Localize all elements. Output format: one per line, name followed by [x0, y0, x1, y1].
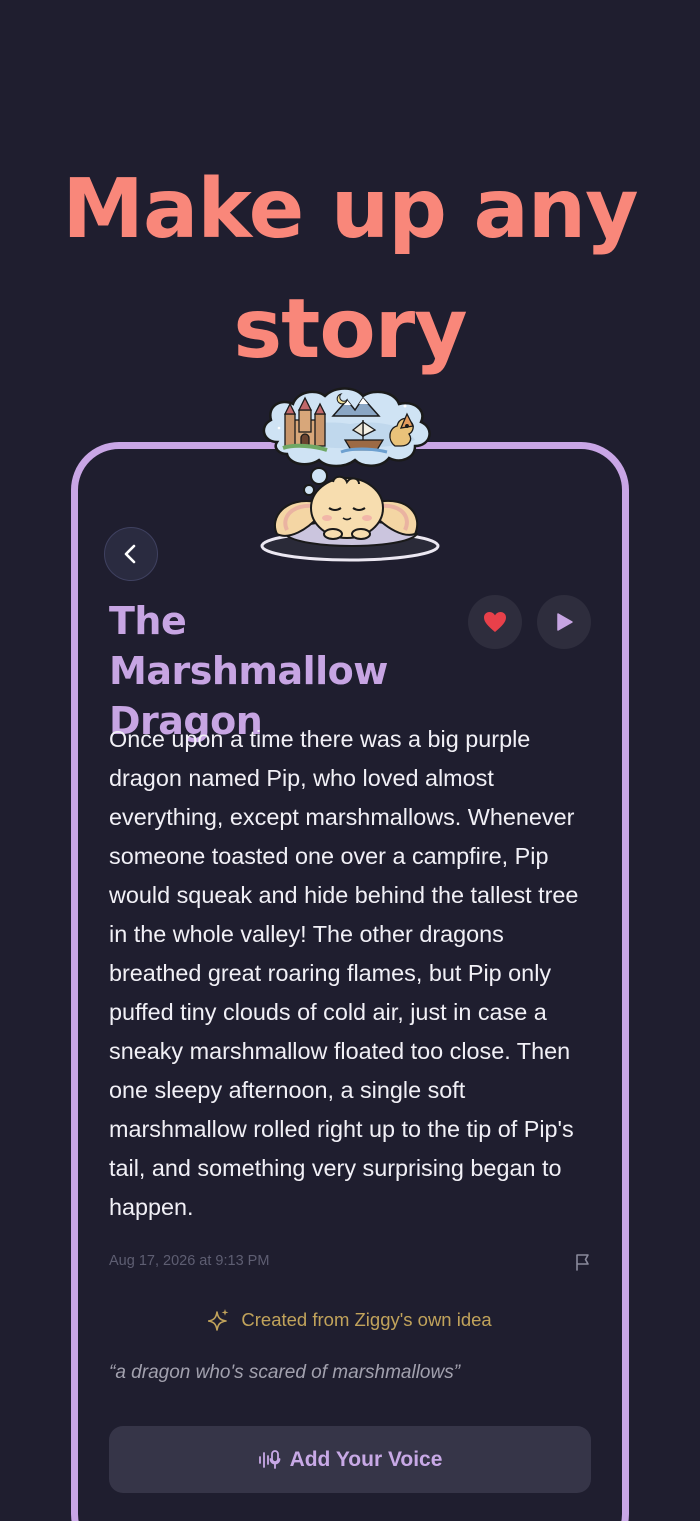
created-from-note: Created from Ziggy's own idea	[0, 1308, 700, 1332]
play-icon	[557, 613, 573, 631]
story-title-line-1: The Marshmallow	[109, 599, 388, 693]
headline-line-2: story	[233, 282, 467, 377]
story-body: Once upon a time there was a big purple …	[109, 726, 579, 1220]
story-prompt-quote: “a dragon who's scared of marshmallows”	[109, 1362, 461, 1383]
favorite-button[interactable]	[468, 595, 522, 649]
bunny	[274, 475, 419, 540]
voice-waveform-icon	[258, 1447, 282, 1473]
play-button[interactable]	[537, 595, 591, 649]
thought-cloud	[262, 387, 431, 468]
flag-icon[interactable]	[573, 1252, 593, 1272]
headline-line-1: Make up any	[62, 162, 638, 257]
add-voice-button[interactable]: Add Your Voice	[109, 1426, 591, 1493]
created-from-label: Created from Ziggy's own idea	[241, 1309, 492, 1331]
heart-icon	[484, 612, 506, 632]
headline: Make up any story	[0, 150, 700, 390]
screen: Make up any story The Marshmallow Dragon…	[0, 0, 700, 1521]
sleeping-bunny-illustration	[260, 387, 440, 562]
add-voice-label: Add Your Voice	[289, 1447, 443, 1471]
back-button[interactable]	[104, 527, 158, 581]
sparkle-icon	[208, 1309, 229, 1331]
story-timestamp: Aug 17, 2026 at 9:13 PM	[109, 1253, 270, 1269]
chevron-left-icon	[124, 544, 136, 564]
